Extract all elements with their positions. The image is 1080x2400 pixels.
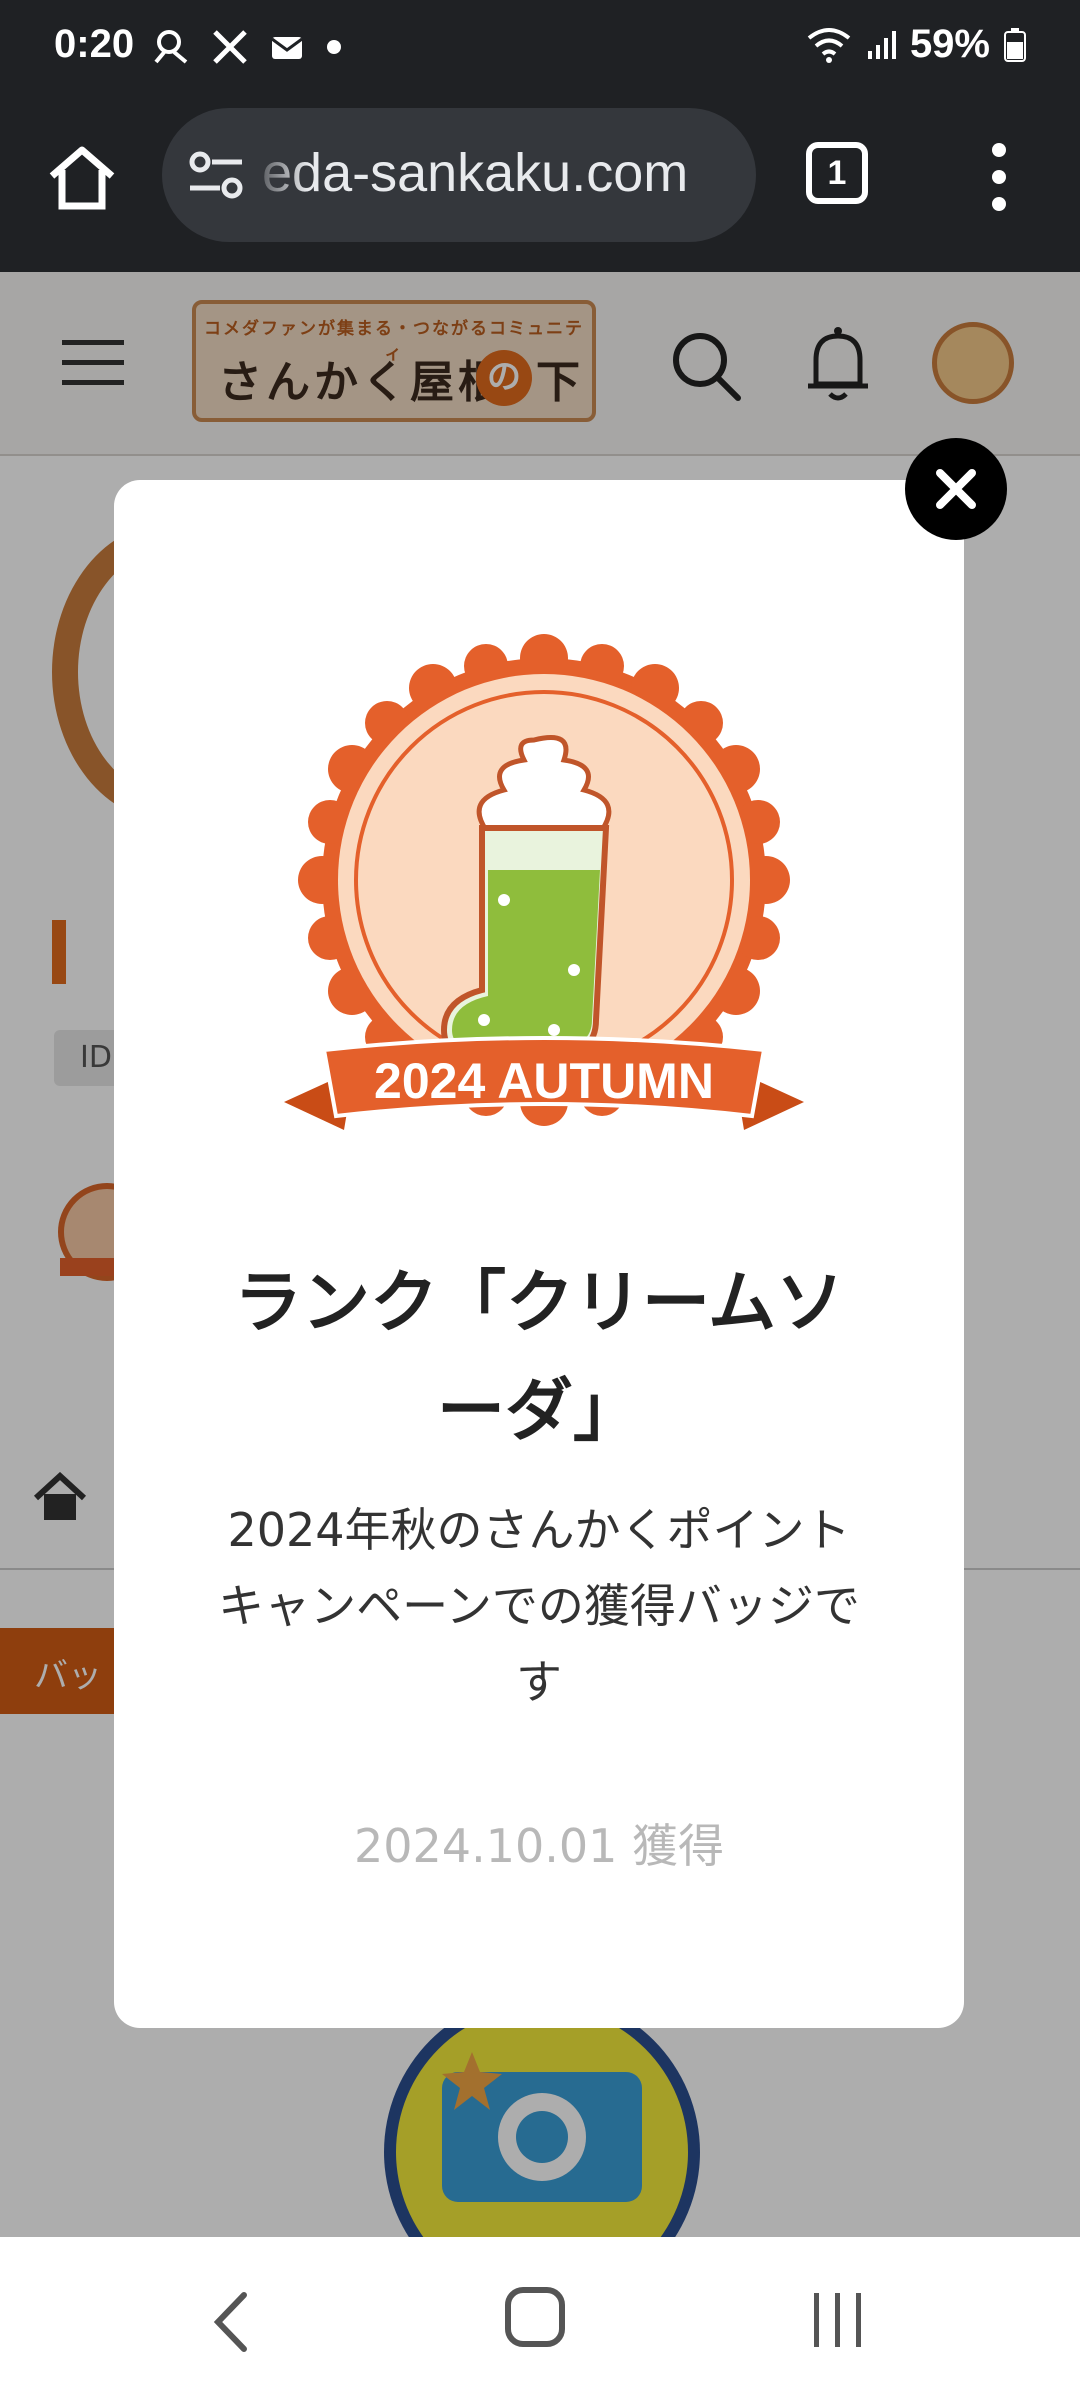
wifi-icon xyxy=(807,27,851,63)
status-right: 59% xyxy=(806,22,1026,67)
nav-home-button[interactable] xyxy=(505,2287,565,2347)
x-app-icon xyxy=(213,30,247,64)
url-text: eda-sankaku.com xyxy=(262,143,689,203)
browser-menu-icon[interactable] xyxy=(984,142,1014,212)
status-time: 0:20 xyxy=(54,22,135,66)
recent-apps-icon[interactable] xyxy=(810,2291,866,2349)
battery-icon xyxy=(1004,27,1026,62)
back-icon[interactable] xyxy=(210,2291,250,2353)
browser-toolbar: eda-sankaku.com 1 xyxy=(0,96,1080,272)
badge-description: 2024年秋のさんかくポイントキャンペーンでの獲得バッジです xyxy=(218,1503,860,1709)
signal-icon xyxy=(867,30,896,59)
browser-home-icon[interactable] xyxy=(44,140,120,216)
location-icon xyxy=(154,30,188,64)
site-settings-icon[interactable] xyxy=(188,148,244,202)
cream-soda-badge-image: 2024 AUTUMN xyxy=(284,634,804,1130)
mail-icon xyxy=(271,37,303,59)
close-icon xyxy=(936,469,976,509)
battery-percent: 59% xyxy=(909,22,990,66)
badge-acquired-date: 2024.10.01 獲得 xyxy=(354,1819,724,1873)
notification-icons xyxy=(152,28,342,66)
badge-rank-title: ランク「クリームソーダ」 xyxy=(234,1264,844,1451)
tab-switcher-button[interactable]: 1 xyxy=(806,142,868,204)
badge-ribbon-text: 2024 AUTUMN xyxy=(374,1053,714,1109)
url-fade xyxy=(248,108,308,242)
more-notifications-dot-icon xyxy=(327,40,341,54)
status-bar: 0:20 59% xyxy=(0,0,1080,96)
badge-detail-modal: 2024 AUTUMN ランク「クリームソーダ」 2024年秋のさんかくポイント… xyxy=(114,480,964,2028)
address-bar[interactable]: eda-sankaku.com xyxy=(162,108,756,242)
system-nav-bar xyxy=(0,2237,1080,2400)
modal-close-button[interactable] xyxy=(905,438,1007,540)
